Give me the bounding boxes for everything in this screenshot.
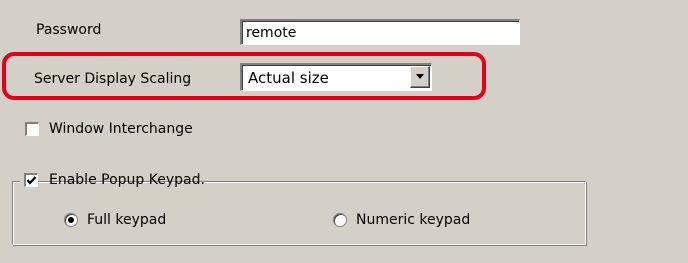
dropdown-button[interactable]	[410, 66, 430, 88]
enable-popup-keypad-label: Enable Popup Keypad.	[49, 172, 205, 188]
full-keypad-radio[interactable]	[64, 213, 78, 227]
server-display-scaling-value: Actual size	[248, 69, 329, 87]
password-label: Password	[36, 22, 102, 38]
numeric-keypad-radio[interactable]	[333, 213, 347, 227]
chevron-down-icon	[416, 74, 424, 79]
window-interchange-checkbox[interactable]	[25, 122, 39, 136]
enable-popup-keypad-checkbox[interactable]	[24, 173, 38, 187]
full-keypad-label: Full keypad	[87, 212, 167, 228]
numeric-keypad-label: Numeric keypad	[356, 212, 471, 228]
checkmark-icon	[26, 176, 37, 185]
window-interchange-label: Window Interchange	[49, 121, 193, 137]
server-display-scaling-select[interactable]: Actual size	[240, 63, 432, 91]
server-display-scaling-label: Server Display Scaling	[34, 71, 192, 87]
password-field[interactable]: remote	[240, 19, 520, 45]
radio-selected-dot	[68, 217, 74, 223]
